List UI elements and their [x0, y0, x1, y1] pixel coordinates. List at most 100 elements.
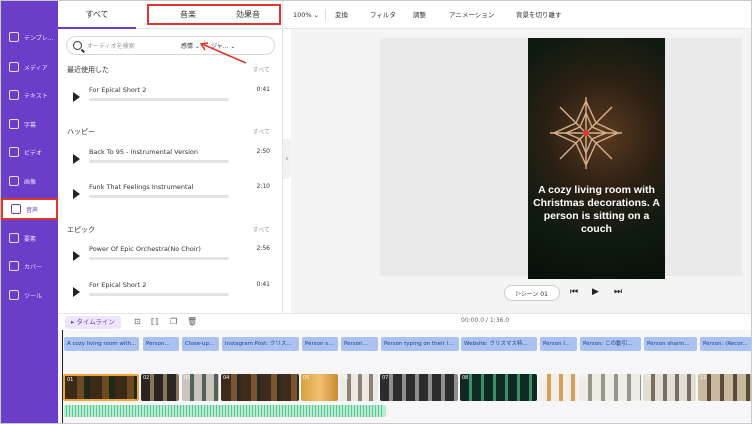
caption-chip[interactable]: Person typing on their l...: [381, 337, 459, 351]
clip-number: 12: [700, 375, 707, 381]
audio-tabs: すべて 音楽 効果音: [58, 1, 283, 29]
play-icon[interactable]: [73, 189, 80, 199]
sidebar-item-elements[interactable]: 要素: [1, 227, 58, 249]
caption-chip[interactable]: A cozy living room with...: [64, 337, 139, 351]
scene-label: シーン 01: [520, 290, 548, 298]
sidebar-item-audio[interactable]: 音声: [1, 198, 58, 220]
track-name: For Epical Short 2: [89, 281, 147, 289]
video-clip[interactable]: 06: [340, 374, 378, 401]
timeline-toggle-button[interactable]: ▸ タイムライン: [65, 316, 121, 329]
caption-chip[interactable]: Person...: [143, 337, 179, 351]
track-item[interactable]: For Epical Short 2 0:41: [70, 84, 270, 114]
clip-number: 05: [303, 375, 310, 381]
previous-icon[interactable]: ⏮: [570, 287, 578, 297]
clip-number: 10: [581, 375, 588, 381]
section-see-all[interactable]: すべて: [253, 65, 270, 74]
play-icon[interactable]: ▶: [592, 287, 599, 297]
replace-button[interactable]: 変換: [335, 1, 348, 29]
caption-chip[interactable]: Close-up...: [182, 337, 219, 351]
music-note-icon: [11, 204, 21, 214]
sidebar-item-text[interactable]: テキスト: [1, 84, 58, 106]
video-clip[interactable]: 03: [182, 374, 219, 401]
video-clip[interactable]: 10: [579, 374, 641, 401]
scene-selector[interactable]: ▷ シーン 01: [504, 285, 560, 301]
caption-chip[interactable]: Person l...: [540, 337, 577, 351]
track-item[interactable]: For Epical Short 2 0:41: [70, 279, 270, 309]
sidebar-item-media[interactable]: メディア: [1, 56, 58, 78]
sidebar-item-tools[interactable]: ツール: [1, 284, 58, 306]
cover-icon: [9, 261, 19, 271]
sidebar-item-cover[interactable]: カバー: [1, 255, 58, 277]
adjust-button[interactable]: 調整: [413, 1, 426, 29]
video-clip[interactable]: 04: [221, 374, 299, 401]
section-see-all[interactable]: すべて: [253, 225, 270, 234]
sidebar-item-subtitles[interactable]: 字幕: [1, 113, 58, 135]
timeline-label: タイムライン: [76, 318, 115, 326]
animation-button[interactable]: アニメーション: [449, 1, 494, 29]
audio-track-clip[interactable]: [64, 405, 386, 417]
trash-icon[interactable]: 🗑: [187, 317, 197, 326]
clip-number: 01: [67, 377, 74, 383]
play-icon[interactable]: [73, 251, 80, 261]
video-caption: A cozy living room with Christmas decora…: [533, 184, 660, 235]
zoom-dropdown[interactable]: 100% ⌄: [293, 1, 319, 29]
video-clip[interactable]: 01: [63, 374, 139, 401]
caption-chip[interactable]: Person s...: [302, 337, 338, 351]
timeline-toolbar: ▸ タイムライン ⊡ ⟦⟧ ❐ 🗑 00:00.0 / 1:36.0: [58, 313, 751, 330]
waveform: [89, 98, 229, 101]
video-clip[interactable]: 09: [539, 374, 577, 401]
search-icon: [73, 41, 82, 50]
caption-chip[interactable]: Website: クリスマス特...: [461, 337, 537, 351]
elements-icon: [9, 233, 19, 243]
next-icon[interactable]: ⏭: [614, 287, 622, 297]
waveform: [89, 160, 229, 163]
caption-chip[interactable]: Person: (Recor...: [700, 337, 751, 351]
track-item[interactable]: Back To 95 - Instrumental Version 2:50: [70, 146, 270, 176]
zoom-value: 100%: [293, 11, 312, 19]
crop-icon[interactable]: ⟦⟧: [151, 317, 159, 326]
track-duration: 2:50: [256, 148, 270, 155]
track-item[interactable]: Power Of Epic Orchestra(No Choir) 2:56: [70, 243, 270, 273]
search-input[interactable]: オーディオを検索: [87, 41, 175, 50]
clip-number: 11: [645, 375, 652, 381]
duplicate-icon[interactable]: ❐: [170, 317, 177, 326]
caption-chip[interactable]: Person: この動引...: [580, 337, 641, 351]
tab-all[interactable]: すべて: [58, 1, 136, 29]
video-clip[interactable]: 12: [698, 374, 751, 401]
split-icon[interactable]: ⊡: [134, 317, 141, 326]
video-clip[interactable]: 08: [460, 374, 537, 401]
sidebar-item-images[interactable]: 画像: [1, 170, 58, 192]
filter-button[interactable]: フィルタ: [370, 1, 396, 29]
video-clip[interactable]: 11: [643, 374, 696, 401]
clip-number: 09: [541, 375, 548, 381]
play-icon[interactable]: [73, 92, 80, 102]
divider: [325, 9, 326, 21]
caption-chip[interactable]: Person sharin...: [644, 337, 697, 351]
video-clip[interactable]: 07: [380, 374, 458, 401]
toolbar: 100% ⌄ 変換 フィルタ 調整 アニメーション 背景を切り離す: [283, 1, 751, 29]
section-title-recent: 最近使用した: [67, 66, 109, 74]
section-see-all[interactable]: すべて: [253, 127, 270, 136]
remove-background-button[interactable]: 背景を切り離す: [516, 1, 562, 29]
playback-controls: ▷ シーン 01 ⏮ ▶ ⏭: [504, 285, 634, 302]
caption-chip[interactable]: Person...: [341, 337, 378, 351]
sidebar-item-label: 音声: [26, 206, 39, 214]
clip-number: 06: [342, 375, 349, 381]
video-clip[interactable]: 02: [141, 374, 179, 401]
track-duration: 2:56: [256, 245, 270, 252]
subtitle-icon: [9, 119, 19, 129]
christmas-star-ornament: [550, 97, 622, 169]
video-clip[interactable]: 05: [301, 374, 338, 401]
track-item[interactable]: Funk That Feelings Instrumental 2:10: [70, 181, 270, 211]
collapse-panel-button[interactable]: ‹: [283, 139, 291, 179]
caption-chip[interactable]: Instagram Post: クリス...: [222, 337, 299, 351]
sidebar-item-video[interactable]: ビデオ: [1, 141, 58, 163]
waveform: [89, 195, 229, 198]
playhead[interactable]: [62, 330, 63, 423]
video-icon: [9, 147, 19, 157]
video-preview[interactable]: A cozy living room with Christmas decora…: [528, 38, 665, 279]
sidebar-item-templates[interactable]: テンプレ...: [1, 26, 58, 48]
play-icon[interactable]: [73, 287, 80, 297]
play-icon[interactable]: [73, 154, 80, 164]
annotation-arrow: [199, 42, 247, 64]
